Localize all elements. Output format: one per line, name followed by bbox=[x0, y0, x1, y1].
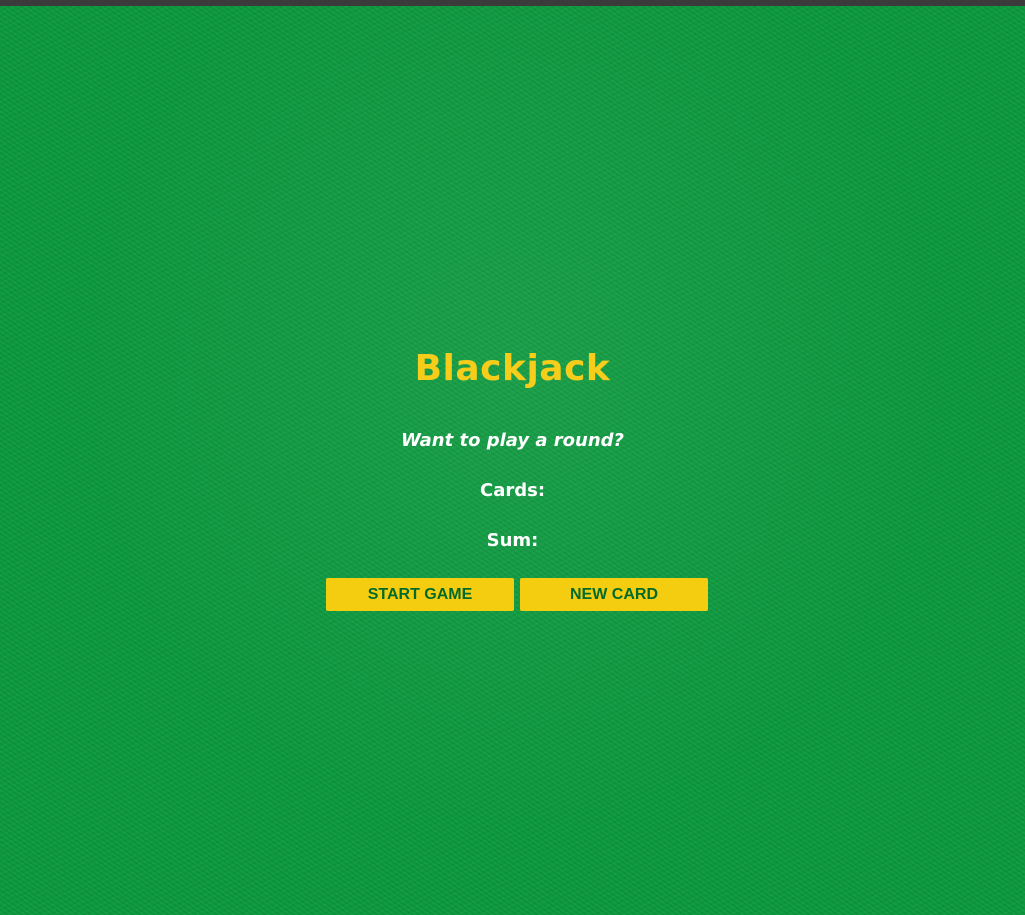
game-message: Want to play a round? bbox=[401, 430, 624, 451]
button-row: START GAME NEW CARD bbox=[326, 578, 708, 611]
felt-table-background bbox=[0, 6, 1025, 915]
sum-display: Sum: bbox=[0, 528, 1025, 554]
sum-label: Sum: bbox=[486, 530, 539, 551]
new-card-button[interactable]: NEW CARD bbox=[520, 578, 708, 611]
cards-label: Cards: bbox=[479, 480, 546, 501]
game-title: Blackjack bbox=[414, 348, 611, 389]
start-game-button[interactable]: START GAME bbox=[326, 578, 514, 611]
cards-display: Cards: bbox=[0, 478, 1025, 504]
